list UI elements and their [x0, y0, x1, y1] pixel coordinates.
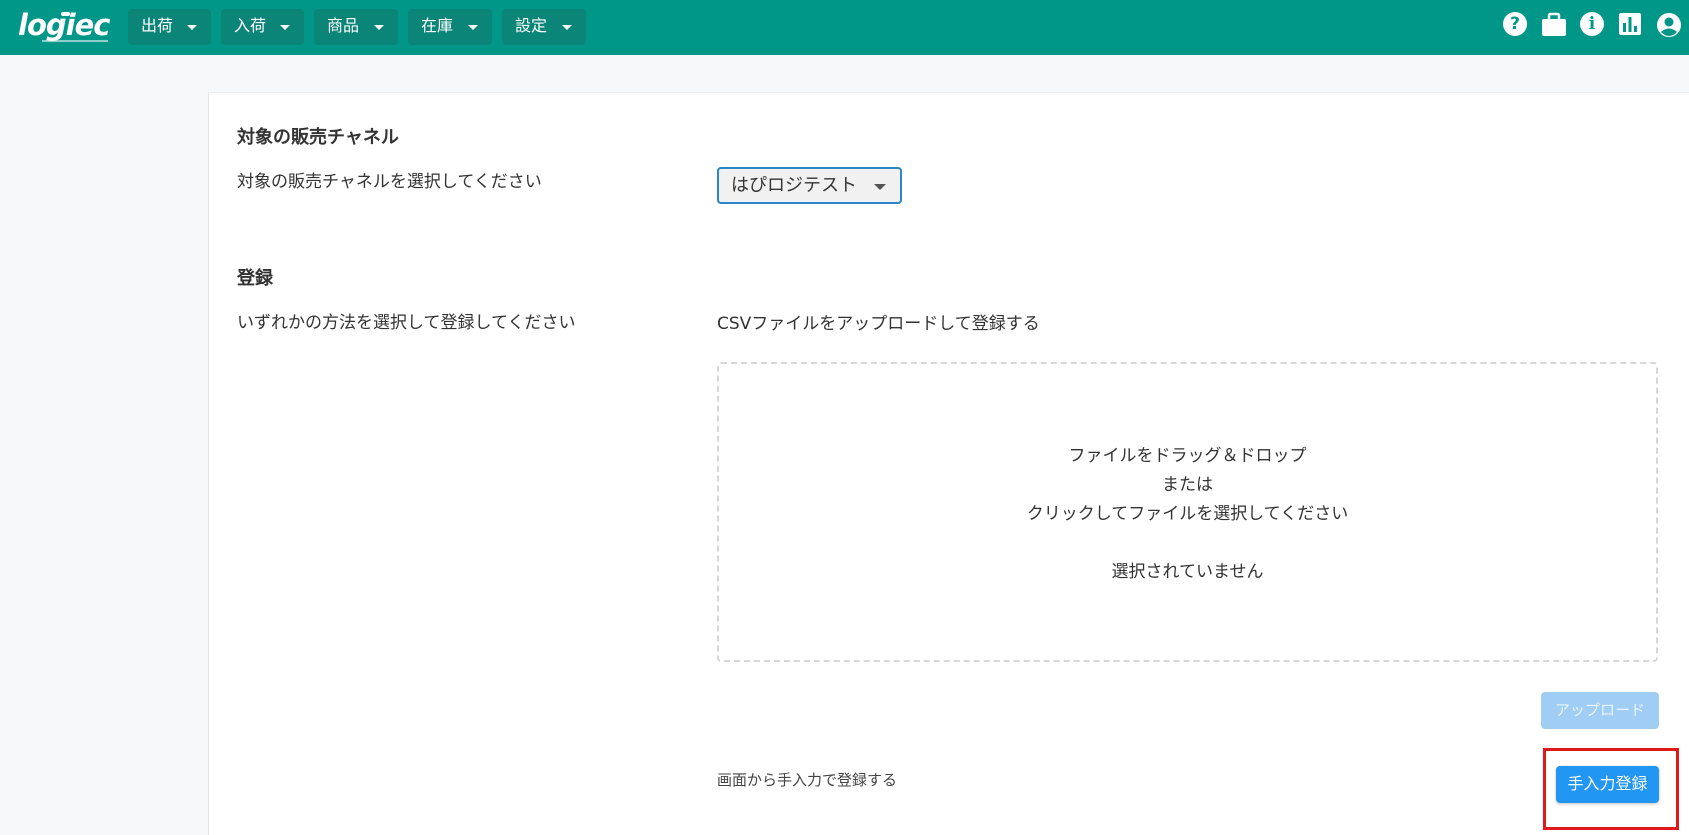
menu-products[interactable]: 商品	[314, 9, 398, 45]
logo-accent	[61, 12, 70, 16]
logo-tagline	[42, 40, 108, 42]
upload-button[interactable]: アップロード	[1541, 692, 1659, 729]
menu-inventory[interactable]: 在庫	[408, 9, 492, 45]
logiec-logo[interactable]: logiec	[18, 8, 112, 44]
help-icon[interactable]: ?	[1503, 12, 1529, 38]
menu-shipping-label: 出荷	[141, 16, 174, 35]
manual-register-button[interactable]: 手入力登録	[1556, 766, 1659, 803]
channel-section-title: 対象の販売チャネル	[237, 127, 399, 148]
register-section-title: 登録	[237, 268, 273, 289]
caret-down-icon	[280, 25, 290, 30]
caret-down-icon	[187, 25, 197, 30]
account-icon[interactable]	[1656, 12, 1682, 38]
top-navigation-bar: logiec 出荷 入荷 商品 在庫 設定 ? i	[0, 0, 1689, 55]
menu-settings[interactable]: 設定	[502, 9, 586, 45]
register-section-description: いずれかの方法を選択して登録してください	[237, 313, 576, 333]
info-icon[interactable]: i	[1580, 12, 1606, 38]
channel-select[interactable]: はぴロジテスト	[717, 167, 902, 204]
dropzone-or-text: または	[1162, 475, 1213, 495]
menu-inventory-label: 在庫	[421, 16, 454, 35]
menu-receiving-label: 入荷	[234, 16, 267, 35]
file-dropzone[interactable]: ファイルをドラッグ＆ドロップ または クリックしてファイルを選択してください 選…	[717, 362, 1658, 662]
dropzone-click-text: クリックしてファイルを選択してください	[1026, 504, 1349, 524]
channel-select-value: はぴロジテスト	[731, 175, 857, 196]
caret-down-icon	[468, 25, 478, 30]
menu-shipping[interactable]: 出荷	[128, 9, 211, 45]
bar-chart-icon[interactable]	[1618, 12, 1644, 38]
dropzone-status-text: 選択されていません	[1111, 562, 1264, 582]
menu-receiving[interactable]: 入荷	[221, 9, 304, 45]
csv-upload-heading: CSVファイルをアップロードして登録する	[717, 314, 1040, 334]
menu-settings-label: 設定	[515, 16, 548, 35]
caret-down-icon	[374, 25, 384, 30]
manual-register-label: 画面から手入力で登録する	[717, 771, 898, 789]
caret-down-icon	[874, 184, 886, 190]
menu-products-label: 商品	[327, 16, 360, 35]
channel-section-description: 対象の販売チャネルを選択してください	[237, 172, 542, 192]
briefcase-icon[interactable]	[1541, 12, 1567, 38]
caret-down-icon	[562, 25, 572, 30]
dropzone-drag-text: ファイルをドラッグ＆ドロップ	[1068, 446, 1307, 466]
